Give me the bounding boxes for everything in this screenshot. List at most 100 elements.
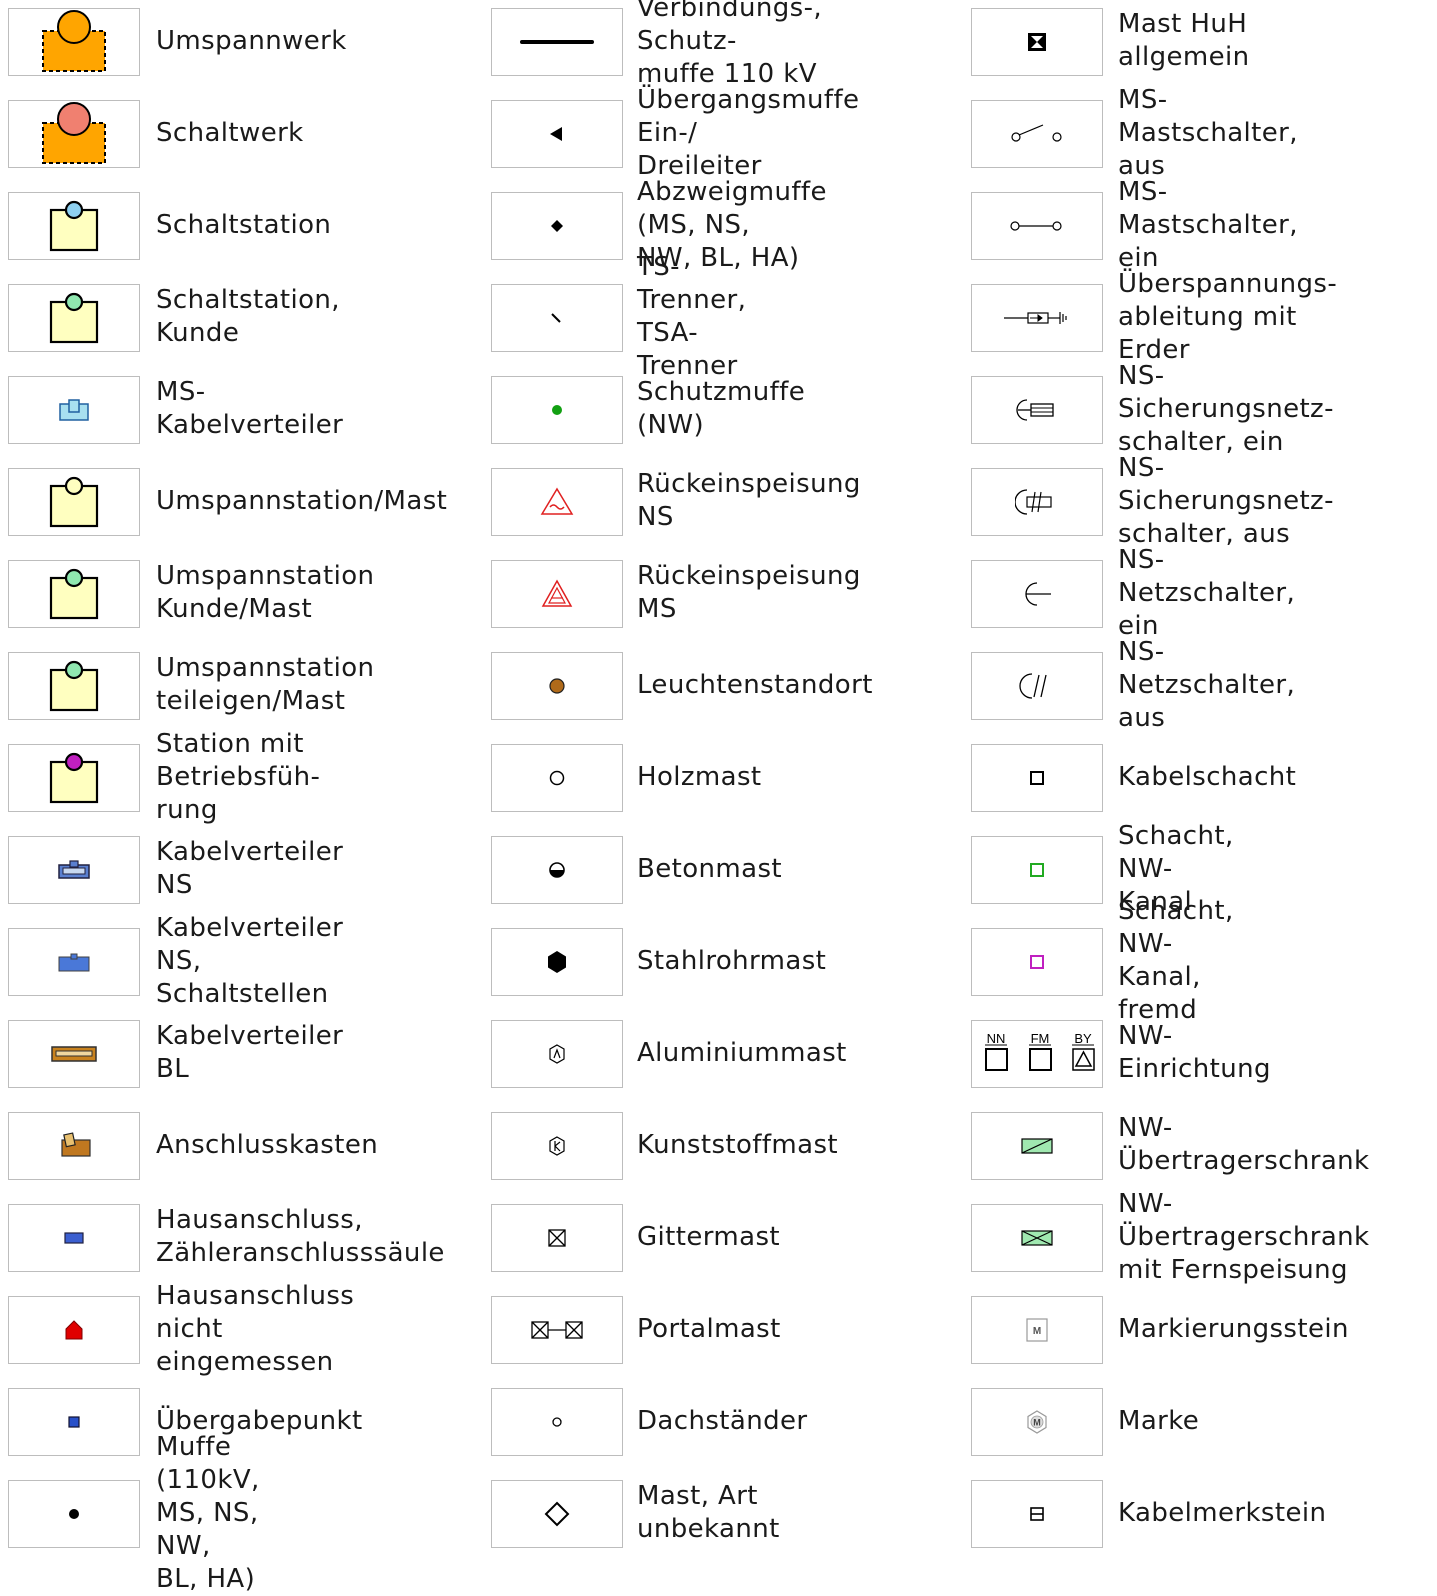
symbol-box: [8, 8, 140, 76]
legend-label: Markierungsstein: [1118, 1313, 1349, 1344]
symbol-box: [491, 1020, 623, 1088]
legend-label: Rückeinspeisung NS: [637, 469, 861, 532]
legend-label: Stahlrohrmast: [637, 945, 827, 976]
kabelmerkstein-icon: [1025, 1502, 1049, 1526]
legend-label: Mast HuH allgemein: [1118, 9, 1250, 72]
ns-netzschalter-aus-icon: [1017, 669, 1057, 703]
betonmast-icon: [545, 858, 569, 882]
symbol-box: [491, 1388, 623, 1456]
legend-label: Schutzmuffe (NW): [637, 377, 806, 440]
legend-label: Umspannstation teileigen/Mast: [156, 653, 375, 716]
legend-label: NW-Einrichtung: [1118, 1021, 1271, 1084]
kabelverteiler-ns-icon: [54, 855, 94, 885]
legend-page: { "legend": { "columns": [ [ {"icon":"um…: [0, 0, 1437, 1594]
symbol-box: [971, 928, 1103, 996]
legend-label: Hausanschluss nicht eingemessen: [156, 1280, 355, 1377]
symbol-box: [8, 1480, 140, 1548]
symbol-box: NN FM BY: [971, 1020, 1103, 1088]
legend-label: Holzmast: [637, 761, 762, 792]
symbol-box: [971, 1204, 1103, 1272]
legend-label: Kunststoffmast: [637, 1129, 839, 1160]
symbol-box: [491, 468, 623, 536]
symbol-box: [971, 284, 1103, 352]
legend-label: Muffe (110kV, MS, NS, NW, BL, HA): [156, 1431, 260, 1594]
symbol-box: [491, 376, 623, 444]
symbol-box: [491, 836, 623, 904]
mast-unbekannt-icon: [542, 1499, 572, 1529]
symbol-box: [8, 1112, 140, 1180]
legend-label: MS-Kabelverteiler: [156, 377, 344, 440]
umspannstation-teileigen-icon: [44, 658, 104, 714]
legend-label: Marke: [1118, 1405, 1200, 1436]
symbol-box: [971, 836, 1103, 904]
symbol-box: [971, 652, 1103, 720]
legend-label: NW-Übertragerschrank: [1118, 1113, 1370, 1176]
mastschalter-aus-icon: [1007, 119, 1067, 149]
legend-label: Umspannwerk: [156, 25, 347, 56]
station-betriebsfuehrung-icon: [44, 750, 104, 806]
mast-huh-icon: [1022, 27, 1052, 57]
ueberspannungsableitung-icon: [1002, 303, 1072, 333]
symbol-box: M: [971, 1388, 1103, 1456]
symbol-box: [8, 100, 140, 168]
legend-label: Überspannungs- ableitung mit Erder: [1118, 268, 1338, 365]
kabelschacht-icon: [1025, 766, 1049, 790]
symbol-box: [8, 744, 140, 812]
holzmast-icon: [545, 766, 569, 790]
legend-label: Portalmast: [637, 1313, 781, 1344]
nw-uebertragerschrank-fernspeisung-icon: [1017, 1225, 1057, 1251]
legend-label: Mast, Art unbekannt: [637, 1481, 780, 1544]
symbol-box: [971, 1112, 1103, 1180]
symbol-box: [8, 928, 140, 996]
symbol-box: [971, 192, 1103, 260]
legend-label: Hausanschluss, Zähleranschlusssäule: [156, 1205, 445, 1268]
symbol-box: [491, 560, 623, 628]
hausanschluss-icon: [59, 1228, 89, 1248]
kabelverteiler-bl-icon: [48, 1039, 100, 1069]
symbol-box: [8, 1296, 140, 1364]
nw-uebertragerschrank-icon: [1017, 1133, 1057, 1159]
legend-label: MS-Mastschalter, aus: [1118, 84, 1298, 181]
legend-label: Schacht, NW-Kanal: [1118, 820, 1234, 917]
legend-label: Rückeinspeisung MS: [637, 561, 861, 624]
nw-mark-nn: NN: [987, 1031, 1006, 1046]
legend-label: Schaltstation, Kunde: [156, 285, 340, 348]
nw-mark-by: BY: [1074, 1031, 1092, 1046]
legend-label: Kabelverteiler NS, Schaltstellen: [156, 912, 344, 1009]
symbol-box: [8, 652, 140, 720]
gittermast-icon: [542, 1223, 572, 1253]
symbol-box: M: [971, 1296, 1103, 1364]
legend-label: Kabelverteiler BL: [156, 1021, 344, 1084]
ns-sicherungsnetzschalter-ein-icon: [1015, 395, 1059, 425]
symbol-box: [971, 560, 1103, 628]
umspannwerk-icon: [34, 9, 114, 75]
symbol-box: [971, 468, 1103, 536]
symbol-box: [491, 1480, 623, 1548]
symbol-box: [491, 100, 623, 168]
legend-label: Schaltwerk: [156, 117, 304, 148]
nw-mark-fm: FM: [1031, 1031, 1050, 1046]
symbol-box: [8, 560, 140, 628]
legend-label: Verbindungs-, Schutz- muffe 110 kV: [637, 0, 823, 89]
leuchtenstandort-icon: [545, 674, 569, 698]
symbol-box: [491, 928, 623, 996]
ts-trenner-icon: [545, 306, 569, 330]
symbol-box: [971, 8, 1103, 76]
legend-label: Umspannstation/Mast: [156, 485, 448, 516]
ms-kabelverteiler-icon: [54, 395, 94, 425]
legend-label: NS-Sicherungsnetz- schalter, aus: [1118, 452, 1334, 549]
uebergangsmuffe-icon: [542, 119, 572, 149]
legend-label: Aluminiummast: [637, 1037, 847, 1068]
legend-label: Umspannstation Kunde/Mast: [156, 561, 375, 624]
kabelverteiler-ns-schaltstellen-icon: [54, 947, 94, 977]
legend-label: NS-Sicherungsnetz- schalter, ein: [1118, 360, 1334, 457]
schaltstation-kunde-icon: [44, 290, 104, 346]
legend-label: NS-Netzschalter, aus: [1118, 636, 1296, 733]
legend-label: Betonmast: [637, 853, 783, 884]
marke-icon: M: [1022, 1407, 1052, 1437]
symbol-box: [491, 1112, 623, 1180]
symbol-box: [8, 192, 140, 260]
legend-label: Anschlusskasten: [156, 1129, 379, 1160]
symbol-box: [8, 1388, 140, 1456]
legend-label: Gittermast: [637, 1221, 780, 1252]
